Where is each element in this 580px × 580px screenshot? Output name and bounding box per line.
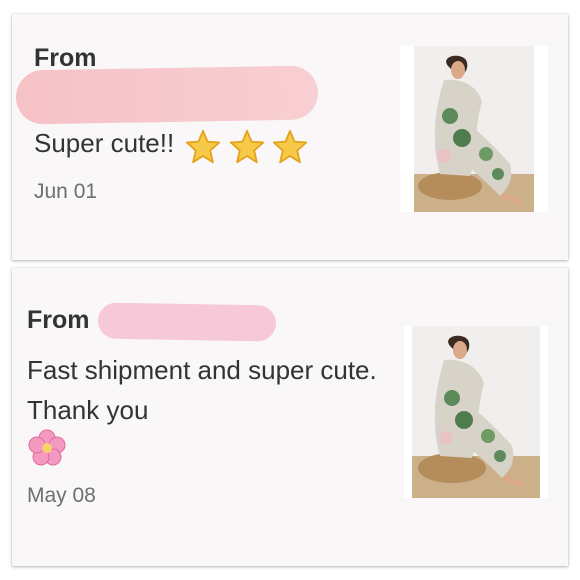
reviews-screenshot: From Super cute!! Jun 01 From Fast shipm…: [0, 0, 580, 580]
review-date: May 08: [27, 484, 96, 507]
review-card[interactable]: From Super cute!! Jun 01: [12, 14, 568, 260]
product-photo: [404, 326, 548, 498]
from-label: From: [27, 306, 90, 334]
redacted-username: [97, 302, 277, 342]
star-icon: [272, 130, 308, 164]
star-icon: [229, 130, 264, 164]
review-text-content: Fast shipment and super cute. Thank you: [27, 355, 377, 425]
product-thumbnail[interactable]: [400, 46, 548, 212]
redacted-username: [15, 65, 319, 125]
product-thumbnail[interactable]: [404, 326, 548, 498]
review-card[interactable]: From Fast shipment and super cute. Thank…: [12, 268, 568, 566]
review-text-content: Super cute!!: [34, 128, 175, 158]
review-date: Jun 01: [34, 180, 98, 203]
review-text: Super cute!!: [34, 123, 308, 165]
product-photo: [400, 46, 548, 212]
star-icon: [186, 130, 221, 164]
pink-flower-icon: [28, 429, 66, 466]
star-rating: [185, 125, 308, 165]
